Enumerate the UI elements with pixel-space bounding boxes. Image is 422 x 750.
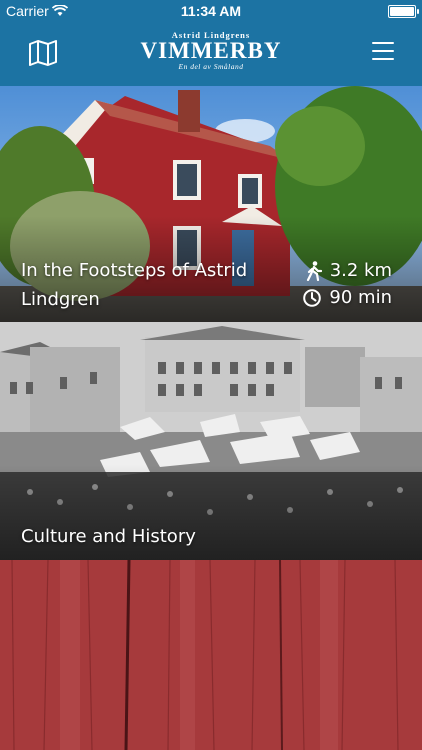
logo-main-text: VIMMERBY [140,38,282,63]
card-title: In the Footsteps of Astrid Lindgren [21,260,248,310]
category-card-culture[interactable]: Culture and History [0,322,422,560]
duration-value: 90 min [329,287,392,308]
status-bar: Carrier 11:34 AM [0,0,422,22]
distance-info: 3.2 km [306,260,392,281]
clock-time: 11:34 AM [180,3,242,19]
battery-icon [388,5,419,18]
category-card-red-wood[interactable] [0,560,422,750]
distance-value: 3.2 km [329,260,392,281]
hamburger-menu-icon [372,42,394,60]
clock-icon [303,288,322,307]
menu-button[interactable] [372,42,394,62]
walking-person-icon [306,260,322,281]
red-wood-texture [0,560,422,750]
card-title: Culture and History [21,526,196,547]
app-screen: Carrier 11:34 AM Astrid Lindgrens VIMMER… [0,0,422,750]
tour-card-footsteps[interactable]: In the Footsteps of Astrid Lindgren 3.2 … [0,86,422,322]
vimmerby-logo: Astrid Lindgrens VIMMERBY En del av Smål… [0,30,422,71]
duration-info: 90 min [303,287,392,308]
nav-bar: Astrid Lindgrens VIMMERBY En del av Smål… [0,22,422,86]
logo-sub-text: En del av Småland [178,62,244,71]
